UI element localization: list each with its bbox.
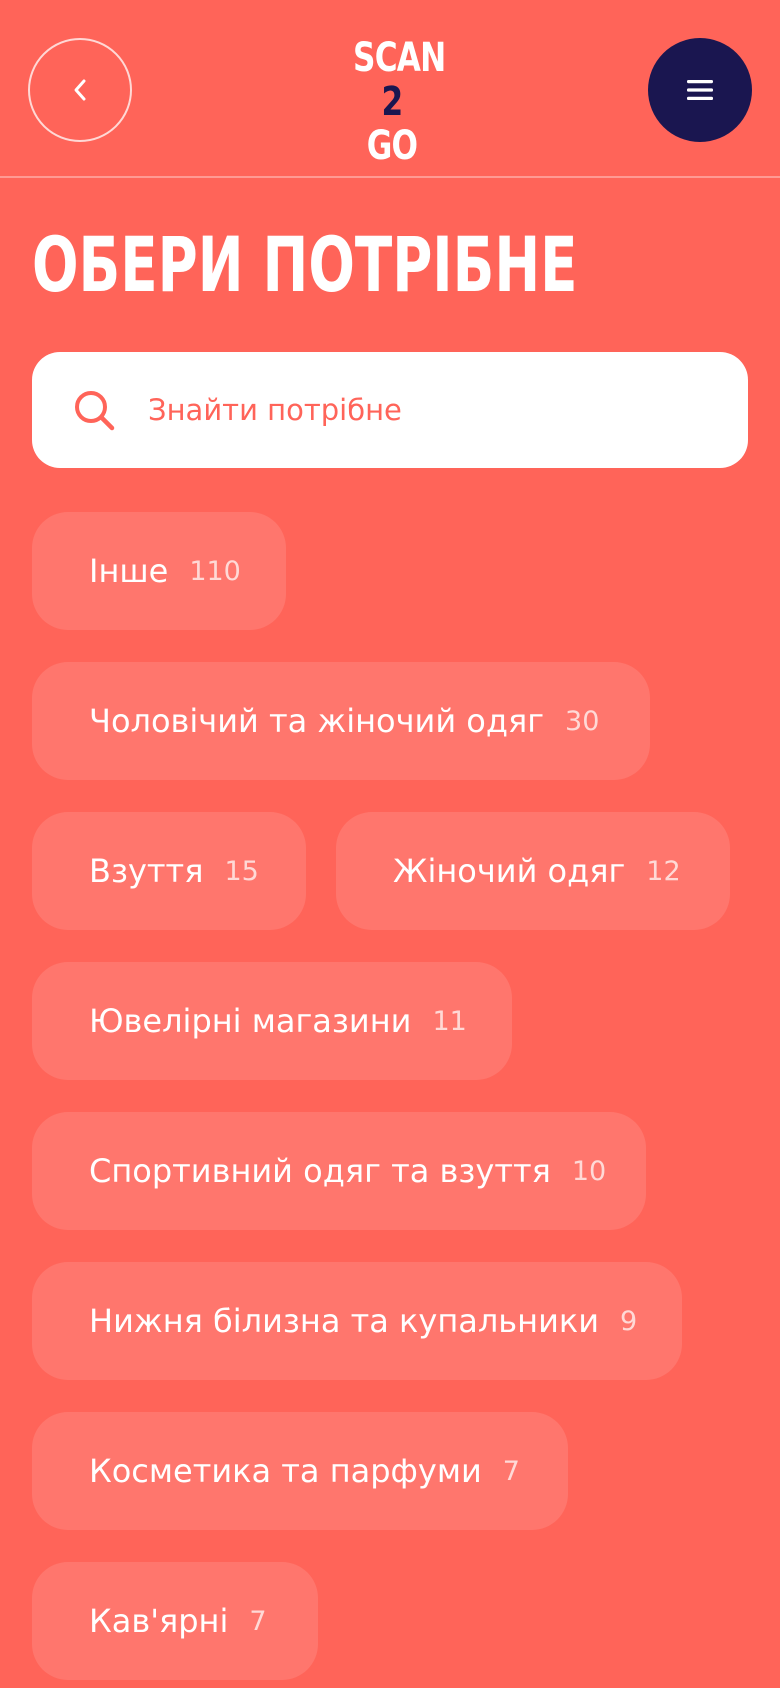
category-label: Жіночий одяг: [393, 852, 626, 890]
category-count: 7: [502, 1455, 520, 1487]
category-count: 11: [432, 1005, 467, 1037]
category-label: Нижня білизна та купальники: [89, 1302, 599, 1340]
category-label: Кав'ярні: [89, 1602, 229, 1640]
category-chip-womens-clothing[interactable]: Жіночий одяг 12: [336, 812, 730, 930]
logo-line-scan: SCAN: [353, 35, 446, 81]
chevron-left-icon: [74, 79, 86, 101]
logo-number: 2: [381, 79, 404, 125]
category-count: 10: [571, 1155, 607, 1187]
search-box: [32, 352, 748, 468]
category-label: Спортивний одяг та взуття: [89, 1152, 551, 1190]
category-chip-lingerie-swimwear[interactable]: Нижня білизна та купальники 9: [32, 1262, 682, 1380]
category-count: 30: [565, 705, 600, 737]
category-count: 9: [620, 1305, 638, 1337]
category-label: Чоловічий та жіночий одяг: [89, 702, 545, 740]
category-chip-jewelry[interactable]: Ювелірні магазини 11: [32, 962, 512, 1080]
logo-line-2go: 2 GO: [353, 80, 431, 168]
hamburger-menu-icon: [687, 80, 713, 100]
search-icon: [75, 391, 115, 431]
category-count: 12: [646, 855, 681, 887]
category-chip-cafes[interactable]: Кав'ярні 7: [32, 1562, 318, 1680]
category-chip-mens-womens-clothing[interactable]: Чоловічий та жіночий одяг 30: [32, 662, 650, 780]
category-chip-sportswear[interactable]: Спортивний одяг та взуття 10: [32, 1112, 646, 1230]
back-button[interactable]: [28, 38, 132, 142]
category-label: Ювелірні магазини: [89, 1002, 412, 1040]
top-bar: SCAN 2 GO: [0, 0, 780, 178]
category-chip-other[interactable]: Інше 110: [32, 512, 286, 630]
category-count: 110: [189, 555, 241, 587]
logo-go: GO: [366, 123, 418, 169]
category-count: 7: [249, 1605, 267, 1637]
page-title: ОБЕРИ ПОТРІБНЕ: [32, 220, 578, 309]
category-label: Інше: [89, 552, 169, 590]
category-count: 15: [224, 855, 259, 887]
menu-button[interactable]: [648, 38, 752, 142]
search-input[interactable]: [148, 382, 708, 438]
app-logo: SCAN 2 GO: [342, 35, 446, 168]
category-chip-shoes[interactable]: Взуття 15: [32, 812, 306, 930]
category-label: Взуття: [89, 852, 204, 890]
category-chip-cosmetics-perfume[interactable]: Косметика та парфуми 7: [32, 1412, 568, 1530]
category-label: Косметика та парфуми: [89, 1452, 482, 1490]
